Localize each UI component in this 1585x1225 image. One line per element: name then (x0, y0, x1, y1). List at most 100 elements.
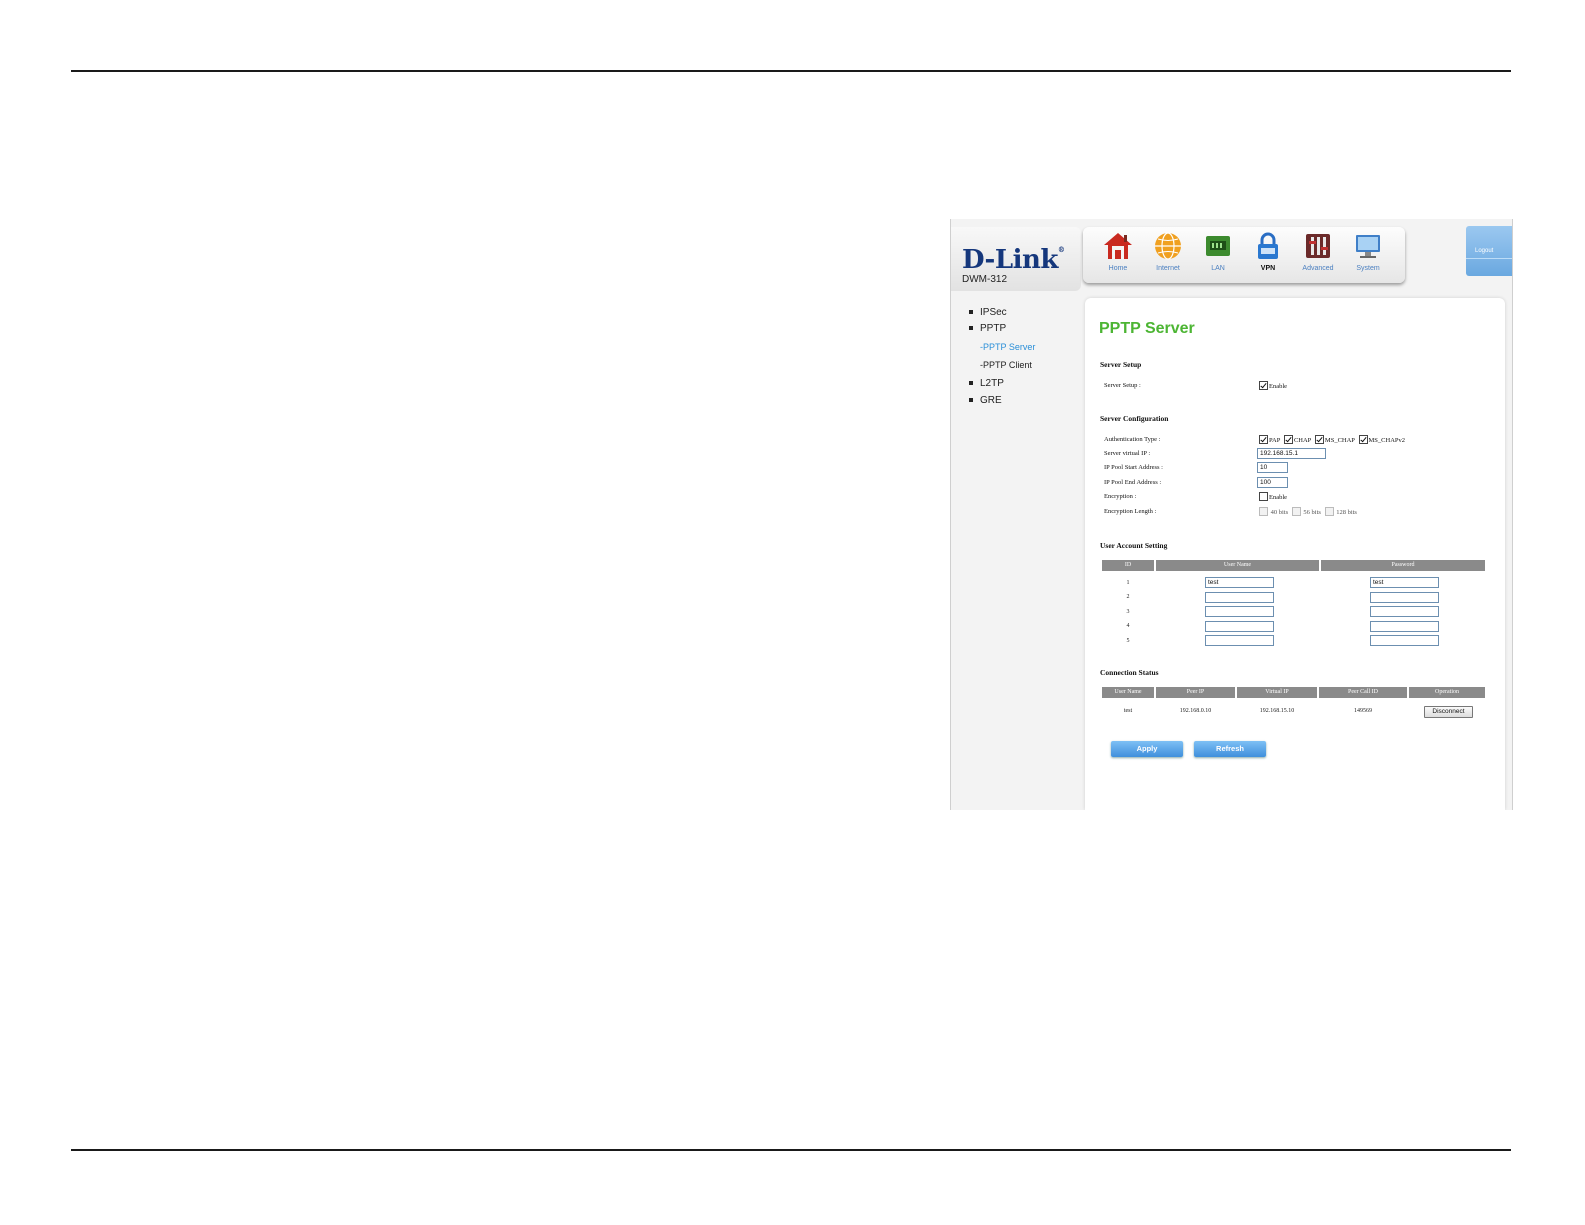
dlink-logo: D-Link® (962, 245, 1065, 275)
server-setup-label: Server Setup : (1104, 382, 1141, 389)
vpn-lock-icon (1253, 231, 1283, 261)
ua-row-id: 2 (1126, 594, 1130, 600)
router-ui-screenshot: D-Link® DWM-312 Home Internet LAN VPN Ad… (950, 219, 1513, 810)
lan-icon (1203, 231, 1233, 261)
auth-ms-chapv2-checkbox[interactable] (1358, 435, 1368, 444)
server-setup-enable-label: Enable (1269, 383, 1288, 390)
section-user-account: User Account Setting (1100, 541, 1168, 550)
nav-advanced[interactable]: Advanced (1293, 231, 1343, 281)
cs-cell-username: test (1123, 708, 1133, 714)
nav-home-label: Home (1108, 265, 1128, 272)
cs-header-virtual-ip: Virtual IP (1237, 687, 1317, 698)
sidebar-item-l2tp[interactable]: L2TP (969, 378, 1004, 389)
ua-header-password: Password (1321, 560, 1485, 571)
ua-row-id: 1 (1126, 580, 1130, 586)
apply-button[interactable]: Apply (1111, 741, 1183, 757)
nav-home[interactable]: Home (1093, 231, 1143, 281)
disconnect-button[interactable]: Disconnect (1424, 706, 1473, 718)
ua-password-input[interactable]: test (1370, 577, 1439, 588)
pool-start-input[interactable]: 10 (1257, 462, 1288, 473)
ua-password-input[interactable] (1370, 635, 1439, 646)
enc-40-checkbox[interactable] (1259, 507, 1268, 516)
cs-cell-virtual-ip: 192.168.15.10 (1259, 708, 1295, 714)
bottom-rule (71, 1149, 1511, 1151)
content-panel: PPTP Server Server Setup Server Setup : … (1085, 298, 1505, 810)
refresh-button[interactable]: Refresh (1194, 741, 1266, 757)
auth-chap-checkbox[interactable] (1283, 435, 1293, 444)
ua-row-id: 5 (1126, 638, 1130, 644)
nav-internet-label: Internet (1156, 265, 1180, 272)
top-rule (71, 70, 1511, 72)
logout-divider (1466, 258, 1512, 259)
cs-cell-peer-call-id: 149569 (1354, 708, 1372, 714)
nav-system[interactable]: System (1343, 231, 1393, 281)
bullet-icon (969, 326, 973, 331)
nav-vpn-label: VPN (1260, 265, 1276, 272)
auth-ms-chap-checkbox[interactable] (1314, 435, 1324, 444)
bullet-icon (969, 398, 973, 403)
tools-icon (1303, 231, 1333, 261)
nav-vpn[interactable]: VPN (1243, 231, 1293, 281)
cs-header-username: User Name (1102, 687, 1154, 698)
server-virtual-ip-input[interactable]: 192.168.15.1 (1257, 448, 1326, 459)
encryption-enable-label: Enable (1269, 494, 1288, 501)
pool-end-input[interactable]: 100 (1257, 477, 1288, 488)
ua-username-input[interactable] (1205, 592, 1274, 603)
sidebar-item-label: L2TP (980, 378, 1004, 389)
nav-advanced-label: Advanced (1302, 265, 1334, 272)
sidebar-item-label: PPTP (980, 323, 1007, 334)
auth-type-options: PAP CHAP MS_CHAP MS_CHAPv2 (1259, 435, 1407, 444)
sidebar-item-ipsec[interactable]: IPSec (969, 307, 1007, 318)
auth-type-label: Authentication Type : (1104, 436, 1161, 443)
sidebar-item-pptp[interactable]: PPTP (969, 323, 1006, 334)
server-setup-value: Enable (1259, 381, 1289, 390)
ua-username-input[interactable] (1205, 635, 1274, 646)
auth-pap-checkbox[interactable] (1259, 435, 1268, 444)
sidebar-item-gre[interactable]: GRE (969, 395, 1002, 406)
nav-internet[interactable]: Internet (1143, 231, 1193, 281)
ua-password-input[interactable] (1370, 621, 1439, 632)
enc-56-label: 56 bits (1303, 509, 1321, 516)
section-server-configuration: Server Configuration (1100, 414, 1169, 423)
nav-system-label: System (1356, 265, 1380, 272)
enc-40-label: 40 bits (1270, 509, 1289, 516)
ua-header-id: ID (1102, 560, 1154, 571)
bullet-icon (969, 381, 973, 386)
ua-password-input[interactable] (1370, 592, 1439, 603)
auth-ms-chap-label: MS_CHAP (1324, 437, 1355, 444)
brand-panel: D-Link® DWM-312 (951, 227, 1081, 291)
logout-button[interactable]: Logout (1466, 226, 1512, 276)
ua-username-input[interactable]: test (1205, 577, 1274, 588)
cs-header-operation: Operation (1409, 687, 1485, 698)
nav-lan-label: LAN (1211, 265, 1225, 272)
model-name: DWM-312 (962, 274, 1008, 285)
home-icon (1103, 231, 1133, 261)
cs-cell-peer-ip: 192.168.0.10 (1179, 708, 1212, 714)
server-setup-enable-checkbox[interactable] (1259, 381, 1268, 390)
monitor-icon (1353, 231, 1383, 261)
enc-56-checkbox[interactable] (1291, 507, 1301, 516)
server-virtual-ip-label: Server virtual IP : (1104, 450, 1151, 457)
enc-128-label: 128 bits (1336, 509, 1357, 516)
encryption-length-options: 40 bits 56 bits 128 bits (1259, 507, 1359, 516)
ua-password-input[interactable] (1370, 606, 1439, 617)
ua-header-username: User Name (1156, 560, 1319, 571)
sidebar-item-pptp-server[interactable]: -PPTP Server (980, 342, 1035, 352)
page-title: PPTP Server (1099, 320, 1195, 337)
enc-128-checkbox[interactable] (1324, 507, 1334, 516)
ua-username-input[interactable] (1205, 606, 1274, 617)
auth-ms-chapv2-label: MS_CHAPv2 (1368, 437, 1406, 444)
globe-icon (1153, 231, 1183, 261)
sidebar-item-pptp-client[interactable]: -PPTP Client (980, 360, 1032, 370)
encryption-length-label: Encryption Length : (1104, 508, 1157, 515)
sidebar-item-label: IPSec (980, 307, 1007, 318)
ua-row-id: 4 (1126, 623, 1130, 629)
logout-label: Logout (1475, 248, 1494, 254)
pool-start-label: IP Pool Start Address : (1104, 464, 1163, 471)
top-navigation: Home Internet LAN VPN Advanced System (1083, 227, 1405, 283)
encryption-value: Enable (1259, 492, 1289, 501)
encryption-enable-checkbox[interactable] (1259, 492, 1268, 501)
ua-username-input[interactable] (1205, 621, 1274, 632)
sidebar-item-label: GRE (980, 395, 1002, 406)
nav-lan[interactable]: LAN (1193, 231, 1243, 281)
